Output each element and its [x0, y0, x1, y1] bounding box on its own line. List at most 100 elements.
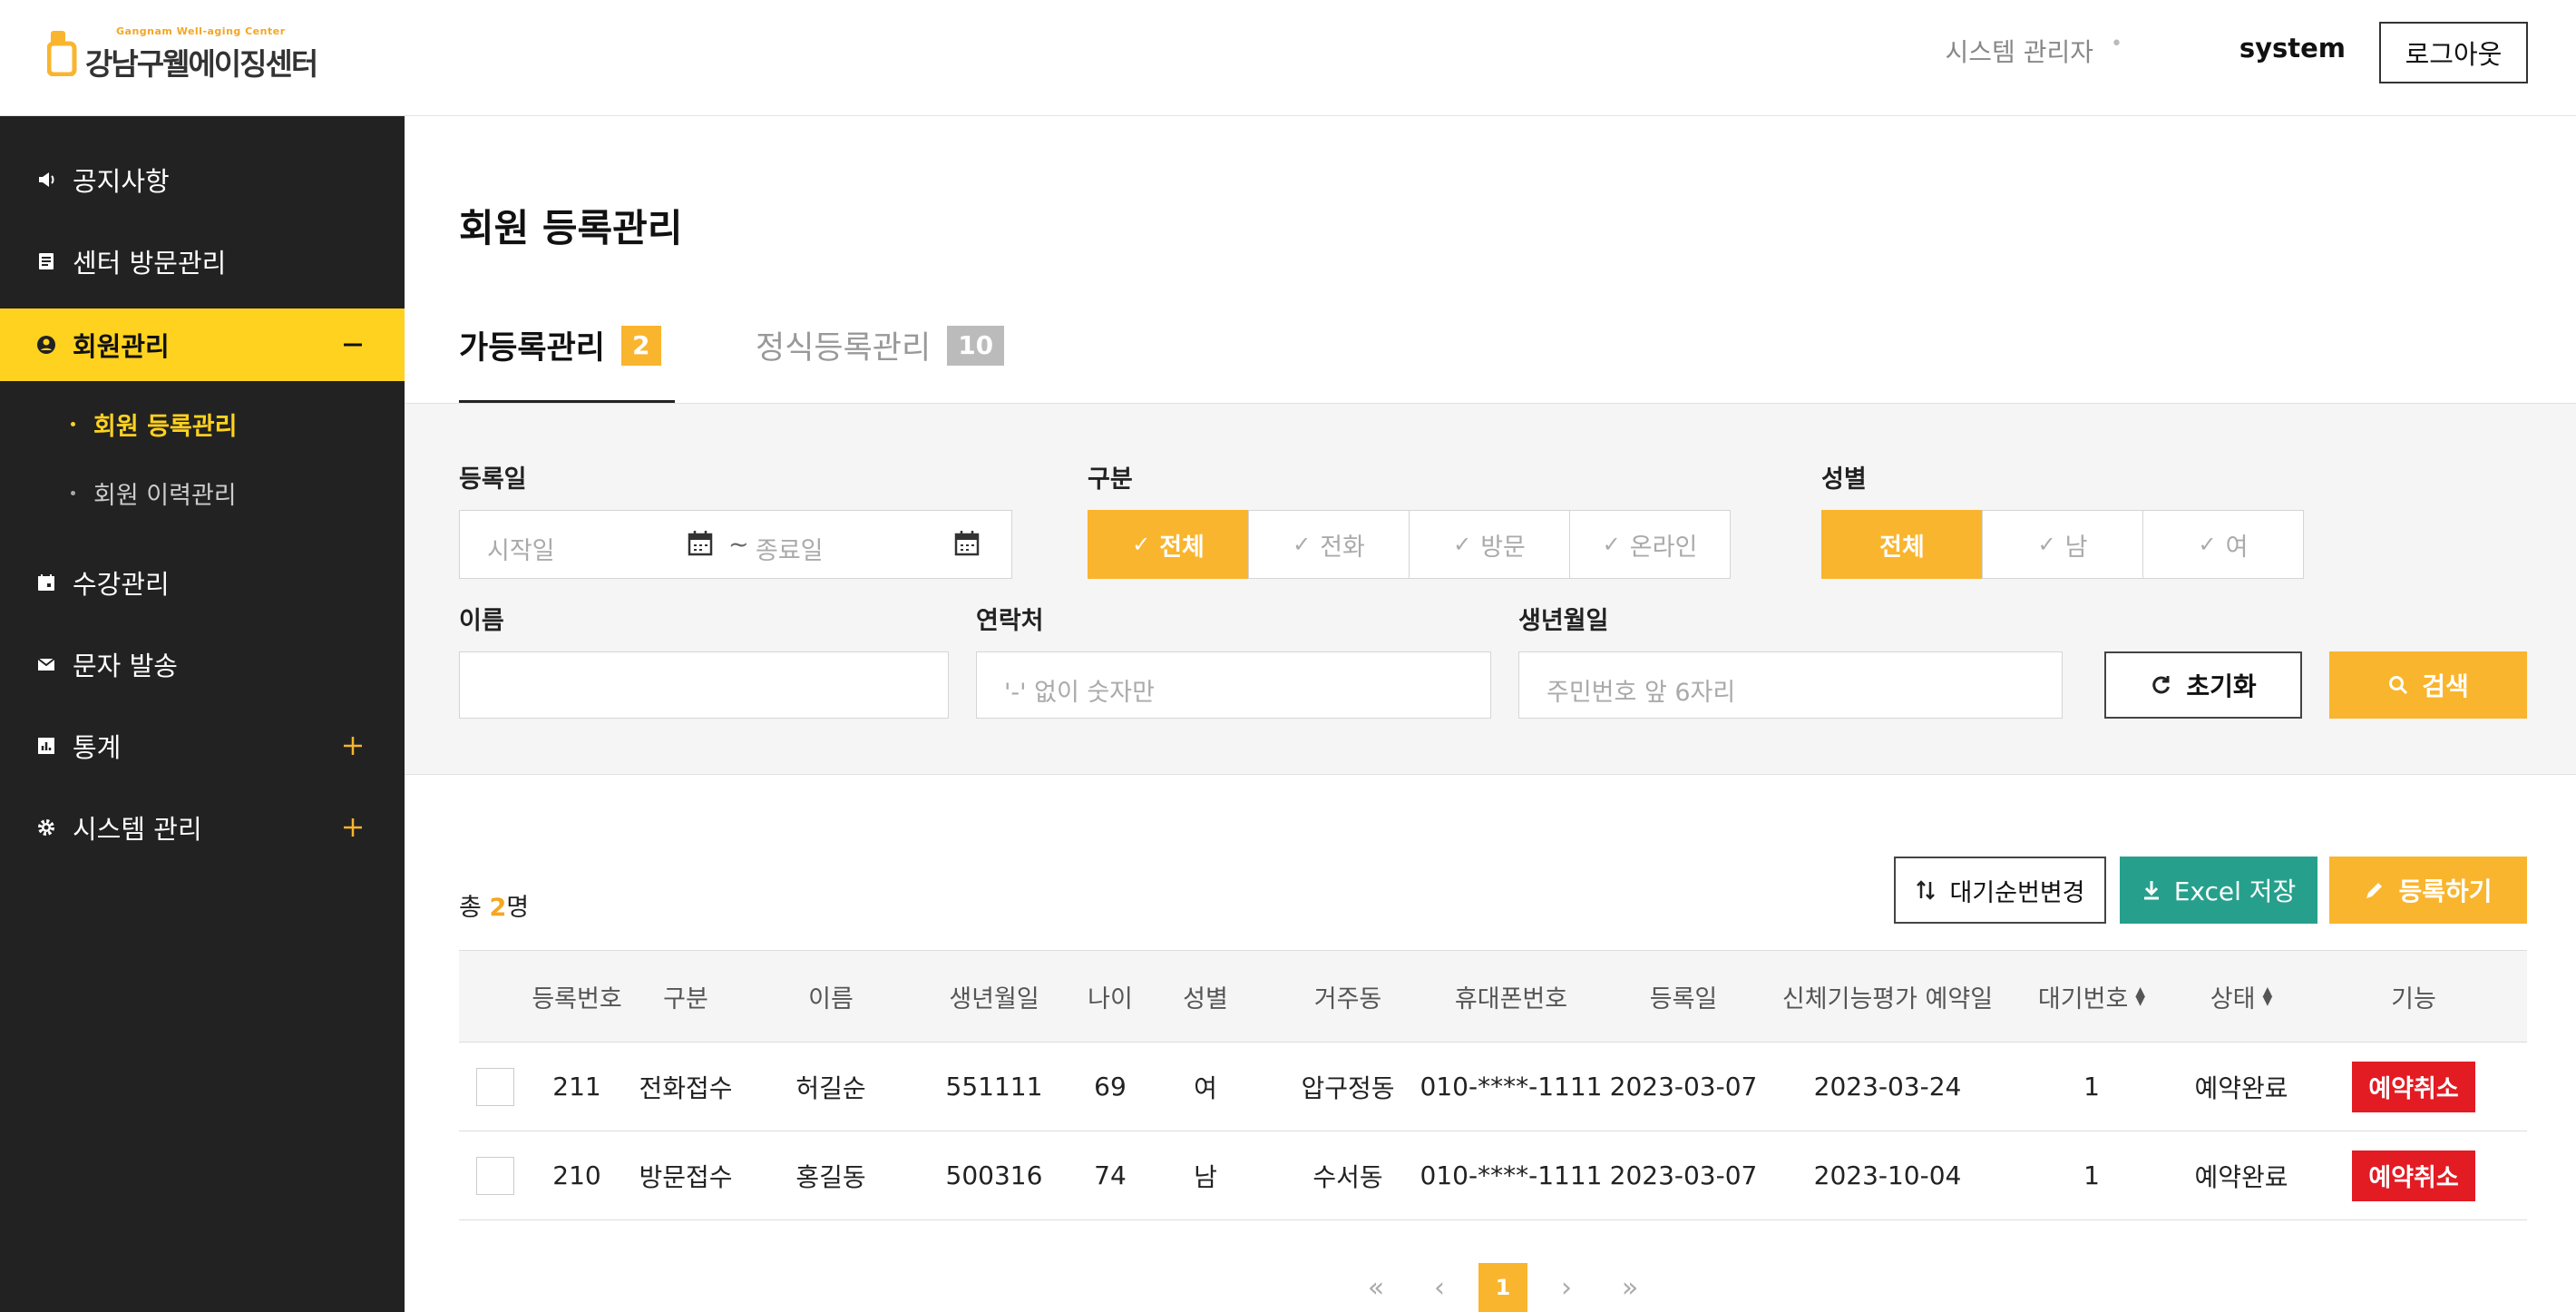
row-checkbox[interactable]: [476, 1156, 514, 1195]
sortable-column-header[interactable]: 상태 ▲ ▼: [2182, 951, 2300, 1042]
sidebar-item-label: 센터 방문관리: [73, 248, 227, 279]
sidebar: 공지사항 센터 방문관리 회원관리 회원 등록관리 회원 이력관리 수강관리 문…: [0, 116, 405, 1312]
date-range-separator: ~: [728, 531, 749, 559]
cell-eval-date: 2023-03-24: [1813, 1072, 1962, 1101]
end-date-input[interactable]: 종료일: [756, 531, 824, 566]
check-icon: ✓: [1293, 532, 1312, 557]
sidebar-item-system[interactable]: 시스템 관리: [0, 791, 405, 864]
chart-icon: [38, 738, 54, 754]
type-label: 구분: [1088, 465, 1133, 494]
cell-wait-no: 1: [2083, 1160, 2100, 1190]
tab-provisional-registration[interactable]: 가등록관리 2: [459, 313, 675, 404]
register-button[interactable]: 등록하기: [2329, 857, 2527, 924]
logout-button[interactable]: 로그아웃: [2379, 22, 2528, 83]
tab-official-registration[interactable]: 정식등록관리 10: [756, 313, 1005, 404]
calendar-icon[interactable]: [953, 529, 981, 558]
start-date-input[interactable]: 시작일: [487, 531, 555, 566]
option-label: 전화: [1320, 533, 1365, 562]
contact-input[interactable]: '-' 없이 숫자만: [976, 651, 1491, 719]
type-option-phone[interactable]: ✓ 전화: [1248, 510, 1410, 579]
excel-export-label: Excel 저장: [2173, 876, 2297, 906]
search-button[interactable]: 검색: [2329, 651, 2527, 719]
birth-input[interactable]: 주민번호 앞 6자리: [1518, 651, 2063, 719]
column-header: 등록일: [1649, 984, 1718, 1013]
last-page-button[interactable]: »: [1605, 1263, 1654, 1312]
calendar-icon[interactable]: [687, 529, 714, 558]
tab-label: 정식등록관리: [756, 330, 932, 367]
sidebar-item-label: 공지사항: [73, 166, 170, 197]
gender-option-all[interactable]: 전체: [1821, 510, 1983, 579]
mail-icon: [37, 658, 55, 671]
minus-icon[interactable]: [341, 333, 365, 357]
check-icon: ✓: [1132, 532, 1151, 557]
column-label: 상태: [2210, 984, 2256, 1013]
cell-type: 전화접수: [639, 1072, 733, 1103]
cell-wait-no: 1: [2083, 1072, 2100, 1101]
download-icon: [2142, 879, 2161, 901]
swap-vertical-icon: [1915, 878, 1937, 902]
separator-dot: •: [2111, 33, 2122, 55]
sidebar-item-stats[interactable]: 통계: [0, 710, 405, 782]
gender-option-male[interactable]: ✓ 남: [1982, 510, 2143, 579]
sortable-column-header[interactable]: 대기번호 ▲ ▼: [2001, 951, 2182, 1042]
sidebar-item-visit[interactable]: 센터 방문관리: [0, 225, 405, 298]
type-option-visit[interactable]: ✓ 방문: [1409, 510, 1570, 579]
gender-option-female[interactable]: ✓ 여: [2142, 510, 2304, 579]
type-option-all[interactable]: ✓ 전체: [1088, 510, 1249, 579]
cell-phone: 010-****-1111: [1420, 1072, 1603, 1101]
sidebar-subitem-member-history[interactable]: 회원 이력관리: [71, 475, 237, 511]
sidebar-item-member[interactable]: 회원관리: [0, 308, 405, 381]
type-option-online[interactable]: ✓ 온라인: [1569, 510, 1731, 579]
total-prefix: 총: [459, 894, 482, 922]
excel-export-button[interactable]: Excel 저장: [2120, 857, 2317, 924]
sidebar-item-notice[interactable]: 공지사항: [0, 143, 405, 216]
cell-birth: 551111: [945, 1072, 1043, 1101]
reg-date-label: 등록일: [459, 465, 527, 494]
sidebar-subitem-label: 회원 등록관리: [93, 413, 238, 441]
change-wait-order-label: 대기순번변경: [1949, 878, 2085, 907]
logo-subtitle: Gangnam Well-aging Center: [116, 25, 286, 37]
cell-reg-no: 211: [552, 1072, 601, 1101]
option-label: 방문: [1480, 533, 1526, 562]
name-label: 이름: [459, 607, 504, 635]
sidebar-item-sms[interactable]: 문자 발송: [0, 628, 405, 700]
plus-icon[interactable]: [341, 734, 365, 758]
cell-gender: 여: [1194, 1072, 1217, 1103]
cancel-reservation-button[interactable]: 예약취소: [2352, 1061, 2475, 1112]
first-page-button[interactable]: «: [1351, 1263, 1400, 1312]
cell-status: 예약완료: [2194, 1072, 2288, 1103]
column-header: 등록번호: [532, 984, 622, 1013]
check-icon: ✓: [1453, 532, 1472, 557]
table-header: 등록번호 구분 이름 생년월일 나이 성별 거주동 휴대폰번호 등록일 신체기능…: [459, 950, 2527, 1043]
user-circle-icon: [37, 336, 55, 354]
reset-button[interactable]: 초기화: [2104, 651, 2302, 719]
logo-icon: [47, 31, 77, 76]
prev-page-button[interactable]: ‹: [1415, 1263, 1464, 1312]
plus-icon[interactable]: [341, 816, 365, 839]
pagination: « ‹ 1 › »: [1351, 1263, 1669, 1312]
cell-status: 예약완료: [2194, 1161, 2288, 1192]
page-number-current[interactable]: 1: [1478, 1263, 1527, 1312]
cancel-reservation-button[interactable]: 예약취소: [2352, 1150, 2475, 1201]
tab-count-badge: 2: [621, 326, 661, 366]
sidebar-item-label: 수강관리: [73, 569, 170, 600]
reset-label: 초기화: [2186, 671, 2257, 701]
gender-label: 성별: [1821, 465, 1867, 494]
contact-placeholder: '-' 없이 숫자만: [1004, 679, 1155, 707]
column-header: 거주동: [1313, 984, 1382, 1013]
cell-age: 74: [1094, 1160, 1127, 1190]
cell-reg-date: 2023-03-07: [1609, 1072, 1758, 1101]
top-header: Gangnam Well-aging Center 강남구웰에이징센터 시스템 …: [0, 0, 2576, 116]
calendar-icon: [38, 574, 54, 591]
column-label: 대기번호: [2037, 984, 2129, 1013]
pencil-icon: [2364, 879, 2386, 901]
sort-icon: ▲ ▼: [2135, 984, 2146, 1008]
center-logo[interactable]: Gangnam Well-aging Center 강남구웰에이징센터: [47, 24, 318, 82]
column-header: 휴대폰번호: [1454, 984, 1568, 1013]
next-page-button[interactable]: ›: [1542, 1263, 1591, 1312]
name-input[interactable]: [459, 651, 949, 719]
row-checkbox[interactable]: [476, 1067, 514, 1106]
change-wait-order-button[interactable]: 대기순번변경: [1894, 857, 2106, 924]
sidebar-subitem-member-register[interactable]: 회원 등록관리: [71, 406, 237, 442]
sidebar-item-course[interactable]: 수강관리: [0, 546, 405, 619]
